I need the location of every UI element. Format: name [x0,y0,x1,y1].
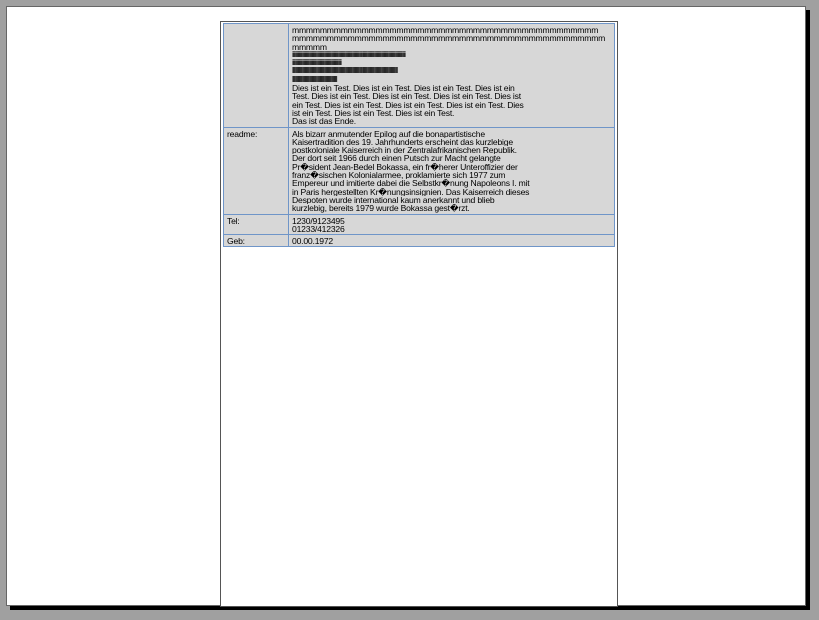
text-line: postkoloniale Kaiserreich in der Zentral… [292,146,517,155]
row-label: Geb: [223,234,289,248]
text-line: franz�sischen Kolonialarmee, proklamiert… [292,171,506,180]
table-row: readme: Als bizarr anmutender Epilog auf … [223,126,615,215]
text-line: Dies ist ein Test. Dies ist ein Test. Di… [292,84,515,93]
text-line: kurzlebig, bereits 1979 wurde Bokassa ge… [292,204,470,213]
text-line: Pr�sident Jean-Bedel Bokassa, ein fr�her… [292,162,518,172]
text-line: llllllllllllllllllllllllllllllllllllllll… [292,67,398,76]
text-line: mmmmmmmmmmmmmmmmmmmmmmmmmmmmmmmmmmmmmmmm… [292,34,606,43]
text-line: 01233/412326 [292,224,345,234]
text-line: Test. Dies ist ein Test. Dies ist ein Te… [292,92,521,101]
text-line: in Paris hergestellten Kr�nungsinsignien… [292,187,530,196]
row-label [223,23,289,128]
row-value: 1230/9123495 01233/412326 [288,213,615,236]
text-line: llllllllllllllllllllllllllllllllllllllll… [292,75,338,84]
row-label: readme: [223,126,289,215]
row-value: mmmmmmmmmmmmmmmmmmmmmmmmmmmmmmmmmmmmmmmm… [288,23,615,128]
data-table: mmmmmmmmmmmmmmmmmmmmmmmmmmmmmmmmmmmmmmmm… [223,23,615,248]
text-line: mmmmmmmmmmmmmmmmmmmmmmmmmmmmmmmmmmmmmmmm… [292,26,599,35]
table-row: Tel: 1230/9123495 01233/412326 [223,213,615,236]
text-line: 1230/9123495 [292,216,345,225]
page: mmmmmmmmmmmmmmmmmmmmmmmmmmmmmmmmmmmmmmmm… [6,6,806,607]
text-line: Als bizarr anmutender Epilog auf die bon… [292,129,485,138]
table-row: Geb: 00.00.1972 [223,234,615,248]
row-value: 00.00.1972 [288,234,615,248]
text-line: Der dort seit 1966 durch einen Putsch zu… [292,154,501,163]
row-label: Tel: [223,213,289,236]
text-line: Empereur und imitierte dabei die Selbstk… [292,179,530,188]
text-line: iiiiiiiiiiiiiiiiiiiiiiiiiiiiiiiiiiiiiiii… [292,59,342,68]
text-line: 00.00.1972 [292,237,334,246]
text-line: Das ist das Ende. [292,117,356,126]
row-value: Als bizarr anmutender Epilog auf die bon… [288,126,615,215]
text-line: Despoten wurde international kaum anerka… [292,195,495,205]
text-line: Kaisertradition des 19. Jahrhunderts ers… [292,137,513,147]
table-row: mmmmmmmmmmmmmmmmmmmmmmmmmmmmmmmmmmmmmmmm… [223,23,615,128]
text-line: iiiiiiiiiiiiiiiiiiiiiiiiiiiiiiiiiiiiiiii… [292,50,406,59]
document-frame: mmmmmmmmmmmmmmmmmmmmmmmmmmmmmmmmmmmmmmmm… [220,21,618,607]
text-line: mmmmm [292,42,327,51]
text-line: ein Test. Dies ist ein Test. Dies ist ei… [292,100,524,109]
text-line: ist ein Test. Dies ist ein Test. Dies is… [292,108,455,118]
